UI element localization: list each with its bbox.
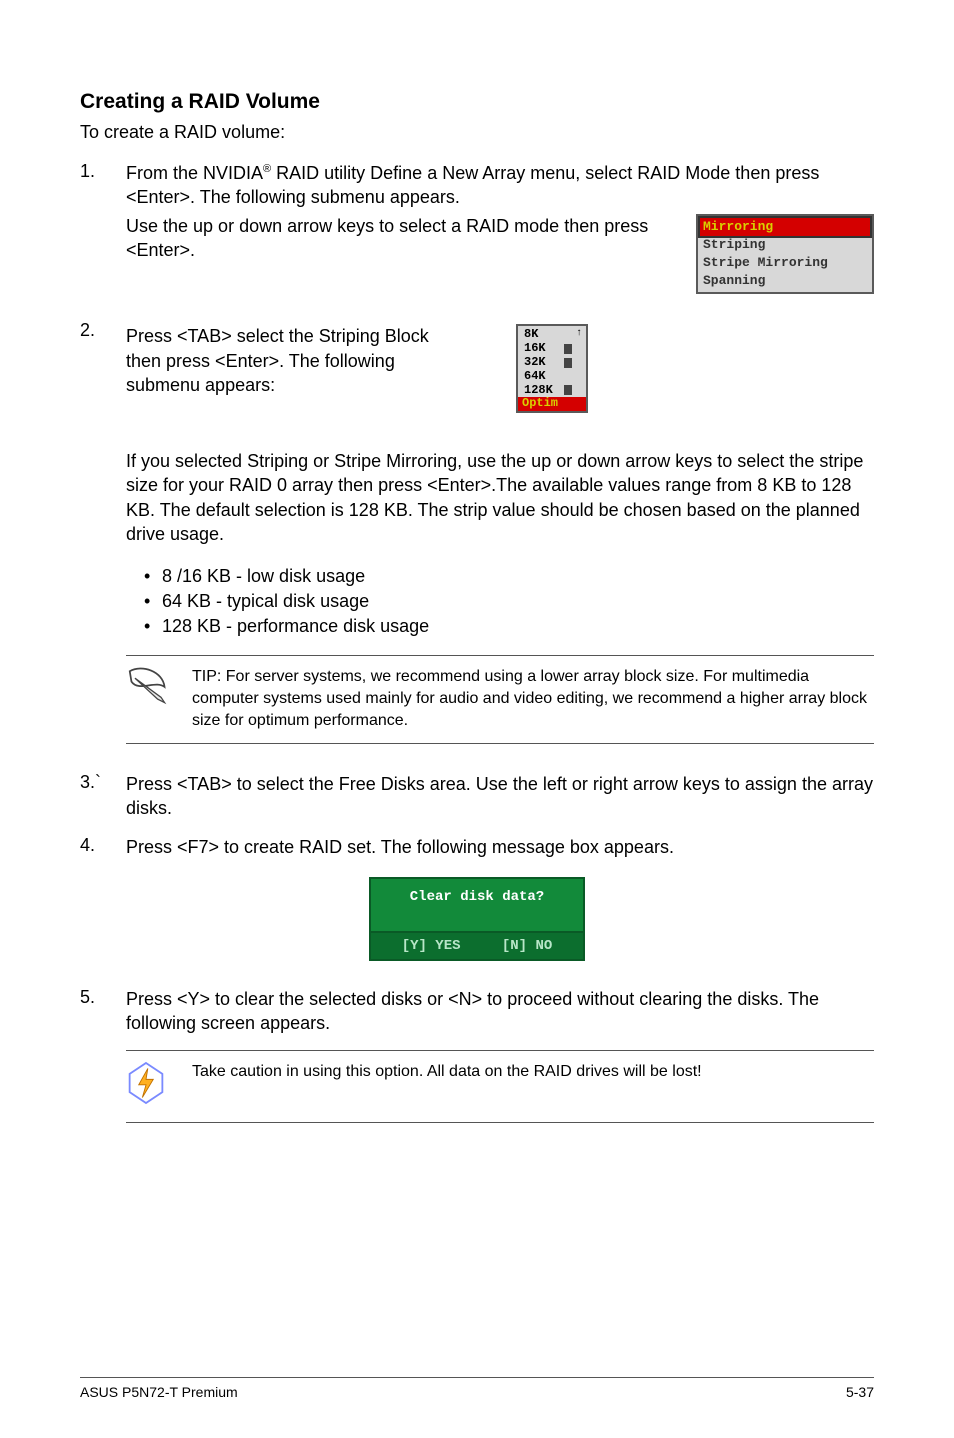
footer-right: 5-37 (846, 1384, 874, 1400)
step-number: 4. (80, 835, 126, 859)
bullet-list: 8 /16 KB - low disk usage 64 KB - typica… (126, 566, 874, 637)
lightning-icon (126, 1061, 174, 1110)
warning-text: Take caution in using this option. All d… (192, 1061, 702, 1083)
step-number: 2. (80, 320, 126, 552)
step-paragraph: If you selected Striping or Stripe Mirro… (126, 449, 874, 546)
section-heading: Creating a RAID Volume (80, 90, 874, 114)
step-text: Press <TAB> to select the Free Disks are… (126, 772, 874, 821)
step-body: Press <TAB> select the Striping Block th… (126, 320, 874, 552)
dialog-yes-option[interactable]: [Y] YES (402, 938, 461, 954)
tip-callout: TIP: For server systems, we recommend us… (126, 655, 874, 744)
step-text: Press <Y> to clear the selected disks or… (126, 987, 874, 1036)
stripe-option[interactable]: 128K (518, 384, 586, 398)
stripe-option-selected[interactable]: Optim (518, 397, 586, 411)
raid-mode-menu[interactable]: Mirroring Striping Stripe Mirroring Span… (696, 214, 874, 295)
bullet-item: 8 /16 KB - low disk usage (162, 566, 874, 587)
bullet-item: 64 KB - typical disk usage (162, 591, 874, 612)
step-text: Press <F7> to create RAID set. The follo… (126, 835, 874, 859)
step-number: 5. (80, 987, 126, 1036)
stripe-option[interactable]: 32K (518, 356, 586, 370)
step-5: 5. Press <Y> to clear the selected disks… (80, 987, 874, 1036)
steps-list: 1. From the NVIDIA® RAID utility Define … (80, 161, 874, 552)
scrollbar-icon (564, 344, 572, 354)
tip-text: TIP: For server systems, we recommend us… (192, 666, 874, 731)
step-body: From the NVIDIA® RAID utility Define a N… (126, 161, 874, 294)
step-text: Press <TAB> select the Striping Block th… (126, 324, 436, 397)
raid-mode-selected[interactable]: Mirroring (700, 218, 870, 236)
pencil-icon (126, 666, 174, 711)
raid-mode-option[interactable]: Stripe Mirroring (700, 254, 870, 272)
step-number: 1. (80, 161, 126, 294)
step-number: 3.` (80, 772, 126, 821)
step-4: 4. Press <F7> to create RAID set. The fo… (80, 835, 874, 859)
stripe-label: 32K (518, 356, 562, 370)
intro-text: To create a RAID volume: (80, 122, 874, 143)
up-arrow-icon: ↑ (576, 328, 582, 340)
scrollbar-icon (564, 385, 572, 395)
stripe-option[interactable]: 64K (518, 370, 586, 384)
stripe-label: 128K (518, 384, 562, 398)
steps-list-cont2: 5. Press <Y> to clear the selected disks… (80, 987, 874, 1036)
stripe-label: 64K (518, 370, 562, 384)
step-2: 2. Press <TAB> select the Striping Block… (80, 320, 874, 552)
page-footer: ASUS P5N72-T Premium 5-37 (80, 1377, 874, 1400)
dialog-no-option[interactable]: [N] NO (502, 938, 552, 954)
footer-left: ASUS P5N72-T Premium (80, 1384, 238, 1400)
stripe-label: 8K (518, 328, 562, 342)
stripe-size-menu[interactable]: ↑ 8K 16K 32K 64K 128K Optim (516, 324, 588, 413)
stripe-label: 16K (518, 342, 562, 356)
step-3: 3.` Press <TAB> to select the Free Disks… (80, 772, 874, 821)
raid-mode-option[interactable]: Striping (700, 236, 870, 254)
bullet-item: 128 KB - performance disk usage (162, 616, 874, 637)
dialog-title: Clear disk data? (369, 877, 585, 933)
step-1: 1. From the NVIDIA® RAID utility Define … (80, 161, 874, 294)
raid-mode-option[interactable]: Spanning (700, 272, 870, 290)
registered-mark: ® (263, 163, 271, 175)
steps-list-cont: 3.` Press <TAB> to select the Free Disks… (80, 772, 874, 859)
scrollbar-icon (564, 358, 572, 368)
step-text-a: From the NVIDIA (126, 163, 263, 183)
clear-disk-dialog: Clear disk data? [Y] YES [N] NO (369, 877, 585, 961)
warning-callout: Take caution in using this option. All d… (126, 1050, 874, 1123)
stripe-option[interactable]: 16K (518, 342, 586, 356)
step-subtext: Use the up or down arrow keys to select … (126, 214, 676, 295)
